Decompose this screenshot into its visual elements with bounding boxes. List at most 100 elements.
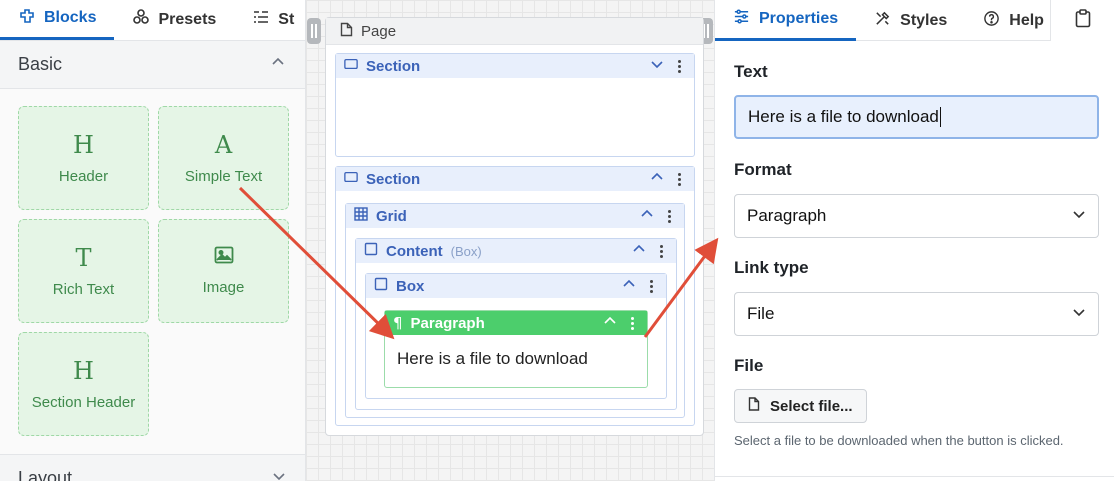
box-header: Box [366,274,666,298]
more-options-icon[interactable] [672,172,686,186]
format-select[interactable]: Paragraph [734,194,1099,238]
content-node[interactable]: Content (Box) Box ¶ Paragraph Here is a … [355,238,677,410]
section-1-header: Section [336,54,694,78]
file-icon [748,397,760,415]
format-field-label: Format [734,160,792,179]
grid-node[interactable]: Grid Content (Box) Box ¶ Paragraph Here … [345,203,685,418]
page-icon [340,22,353,41]
more-options-icon[interactable] [625,316,639,330]
more-options-icon[interactable] [672,59,686,73]
left-tab-bar: Blocks Presets St [0,0,305,41]
layout-group-title: Layout [18,468,73,481]
section-2-label: Section [366,170,421,188]
select-file-button[interactable]: Select file... [734,389,867,423]
section-node-1[interactable]: Section [335,53,695,157]
chevron-down-icon [1072,304,1086,324]
file-field-label: File [734,356,764,375]
chevron-down-icon [270,467,288,481]
section-icon [344,57,358,75]
rich-text-glyph-icon: T [75,243,92,272]
link-type-field-label: Link type [734,258,809,277]
page-label: Page [361,22,397,40]
basic-blocks-grid: H Header A Simple Text T Rich Text Image… [18,106,290,436]
text-field-label: Text [734,62,768,81]
tab-styles-label: Styles [900,11,948,29]
more-options-icon[interactable] [644,279,658,293]
image-icon [214,246,234,269]
page-frame[interactable]: Page Section Section Grid Content (Box) … [325,17,704,436]
editor-canvas: Page Section Section Grid Content (Box) … [306,0,714,481]
tab-structure-label: St [278,10,295,28]
block-header-label: Header [58,167,109,185]
more-options-icon[interactable] [654,244,668,258]
presets-icon [132,8,150,31]
content-sublabel: (Box) [450,243,482,259]
tab-properties[interactable]: Properties [715,0,857,41]
section-node-2[interactable]: Section Grid Content (Box) Box ¶ Paragra… [335,166,695,426]
block-rich-text-label: Rich Text [52,280,115,298]
properties-panel: Properties Styles Help Text Here is a fi… [714,0,1114,481]
tab-presets-label: Presets [158,10,217,28]
box-icon [364,242,378,260]
basic-group-title: Basic [18,54,63,74]
file-help-text: Select a file to be downloaded when the … [734,433,1064,448]
box-label: Box [396,277,425,295]
tab-blocks[interactable]: Blocks [0,0,115,40]
left-resize-handle[interactable] [307,18,321,44]
format-select-value: Paragraph [747,206,827,225]
section-header-glyph-icon: H [73,356,94,385]
tab-blocks-label: Blocks [44,9,97,26]
panel-divider [715,476,1114,477]
styles-icon [874,10,891,32]
more-options-icon[interactable] [662,209,676,223]
chevron-up-icon[interactable] [603,314,617,332]
text-input[interactable]: Here is a file to download [734,95,1099,139]
text-caret [939,107,941,127]
chevron-up-icon [269,53,287,76]
tab-presets[interactable]: Presets [114,0,234,40]
box-node[interactable]: Box ¶ Paragraph Here is a file to downlo… [365,273,667,399]
chevron-up-icon[interactable] [650,170,664,188]
chevron-up-icon[interactable] [632,242,646,260]
block-image[interactable]: Image [158,219,289,323]
block-image-label: Image [202,279,245,296]
blocks-panel: Blocks Presets St Basic H Header A Simpl… [0,0,306,481]
grid-label: Grid [376,207,407,225]
pilcrow-icon: ¶ [393,314,403,332]
block-simple-text[interactable]: A Simple Text [158,106,289,210]
structure-icon [252,8,270,31]
properties-icon [733,8,750,30]
chevron-up-icon[interactable] [640,207,654,225]
block-header[interactable]: H Header [18,106,149,210]
content-label: Content [386,242,443,260]
tab-structure[interactable]: St [234,0,305,40]
clipboard-button[interactable] [1050,0,1114,41]
block-section-header-label: Section Header [31,393,136,411]
paragraph-text[interactable]: Here is a file to download [385,335,647,383]
page-header: Page [326,18,703,45]
help-icon [983,10,1000,32]
basic-group-header[interactable]: Basic [0,41,305,89]
tab-properties-label: Properties [759,10,839,27]
box-icon [374,277,388,295]
grid-header: Grid [346,204,684,228]
link-type-select-value: File [747,304,775,323]
block-section-header[interactable]: H Section Header [18,332,149,436]
section-2-header: Section [336,167,694,191]
tab-help[interactable]: Help [965,0,1062,41]
blocks-icon [18,7,36,30]
chevron-up-icon[interactable] [622,277,636,295]
layout-group-header[interactable]: Layout [0,454,305,481]
paragraph-node[interactable]: ¶ Paragraph Here is a file to download [384,310,648,388]
block-simple-text-label: Simple Text [184,167,263,185]
link-type-select[interactable]: File [734,292,1099,336]
section-1-label: Section [366,57,421,75]
clipboard-icon [1075,8,1091,33]
block-rich-text[interactable]: T Rich Text [18,219,149,323]
tab-styles[interactable]: Styles [856,0,965,41]
chevron-down-icon[interactable] [650,57,664,75]
tab-help-label: Help [1009,11,1044,29]
section-icon [344,170,358,188]
select-file-label: Select file... [770,397,853,415]
paragraph-label: Paragraph [410,314,485,332]
